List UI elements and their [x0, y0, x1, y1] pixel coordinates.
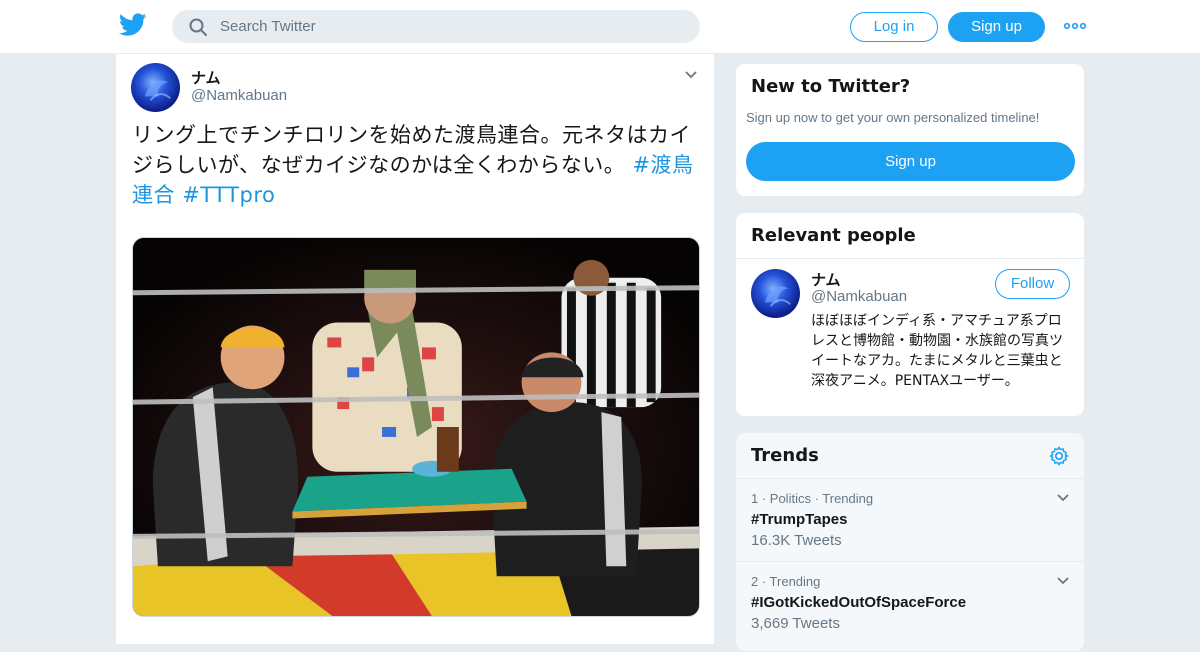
follow-button[interactable]: Follow: [995, 269, 1070, 299]
search-icon: [189, 18, 207, 36]
card-title: Relevant people: [751, 225, 916, 246]
new-to-twitter-card: New to Twitter? Sign up now to get your …: [735, 63, 1085, 197]
person-handle[interactable]: @Namkabuan: [811, 288, 907, 305]
signup-button[interactable]: Sign up: [948, 12, 1045, 42]
trend-meta: 2 · Trending: [751, 574, 821, 589]
chevron-down-icon[interactable]: [1056, 493, 1070, 503]
search-input[interactable]: [220, 10, 680, 43]
card-title: New to Twitter?: [751, 76, 911, 97]
trend-name[interactable]: #TrumpTapes: [751, 511, 847, 528]
hashtag-link[interactable]: #TTTpro: [182, 183, 275, 207]
top-navigation-bar: Log in Sign up: [0, 0, 1200, 54]
tweet-body: リング上でチンチロリンを始めた渡鳥連合。元ネタはカイジらしいが、なぜカイジなのか…: [132, 123, 691, 177]
wrestling-ring-photo: [133, 238, 699, 616]
trend-meta: 1 · Politics · Trending: [751, 491, 874, 506]
tweet-card: ナム @Namkabuan リング上でチンチロリンを始めた渡鳥連合。元ネタはカイ…: [115, 54, 715, 644]
chevron-down-icon[interactable]: [1056, 576, 1070, 586]
divider: [736, 258, 1084, 259]
card-title: Trends: [751, 445, 819, 466]
tweet-author-handle[interactable]: @Namkabuan: [191, 87, 287, 104]
avatar[interactable]: [751, 269, 800, 318]
person-name[interactable]: ナム: [811, 269, 841, 290]
card-subtitle: Sign up now to get your own personalized…: [746, 110, 1040, 125]
tweet-text: リング上でチンチロリンを始めた渡鳥連合。元ネタはカイジらしいが、なぜカイジなのか…: [132, 120, 702, 210]
trend-item[interactable]: 2 · Trending #IGotKickedOutOfSpaceForce …: [736, 561, 1084, 643]
trend-item[interactable]: 1 · Politics · Trending #TrumpTapes 16.3…: [736, 479, 1084, 561]
trend-count: 3,669 Tweets: [751, 615, 840, 632]
trend-count: 16.3K Tweets: [751, 532, 842, 549]
avatar[interactable]: [131, 63, 180, 112]
twitter-bird-icon[interactable]: [119, 13, 147, 37]
chevron-down-icon[interactable]: [684, 70, 698, 80]
more-dots-icon[interactable]: [1064, 18, 1086, 34]
person-bio: ほぼほぼインディ系・アマチュア系プロレスと博物館・動物園・水族館の写真ツイートな…: [811, 313, 1063, 389]
signup-button-large[interactable]: Sign up: [746, 142, 1075, 181]
search-box[interactable]: [172, 10, 700, 43]
avatar-image: [144, 80, 171, 101]
tweet-photo[interactable]: [132, 237, 700, 617]
trend-name[interactable]: #IGotKickedOutOfSpaceForce: [751, 594, 966, 611]
tweet-author-name[interactable]: ナム: [191, 67, 221, 88]
login-button[interactable]: Log in: [850, 12, 938, 42]
trends-card: Trends 1 · Politics · Trending #TrumpTap…: [735, 432, 1085, 652]
gear-icon[interactable]: [1048, 445, 1070, 467]
avatar-image: [764, 286, 791, 307]
relevant-people-card: Relevant people ナム @Namkabuan Follow ほぼほ…: [735, 212, 1085, 417]
